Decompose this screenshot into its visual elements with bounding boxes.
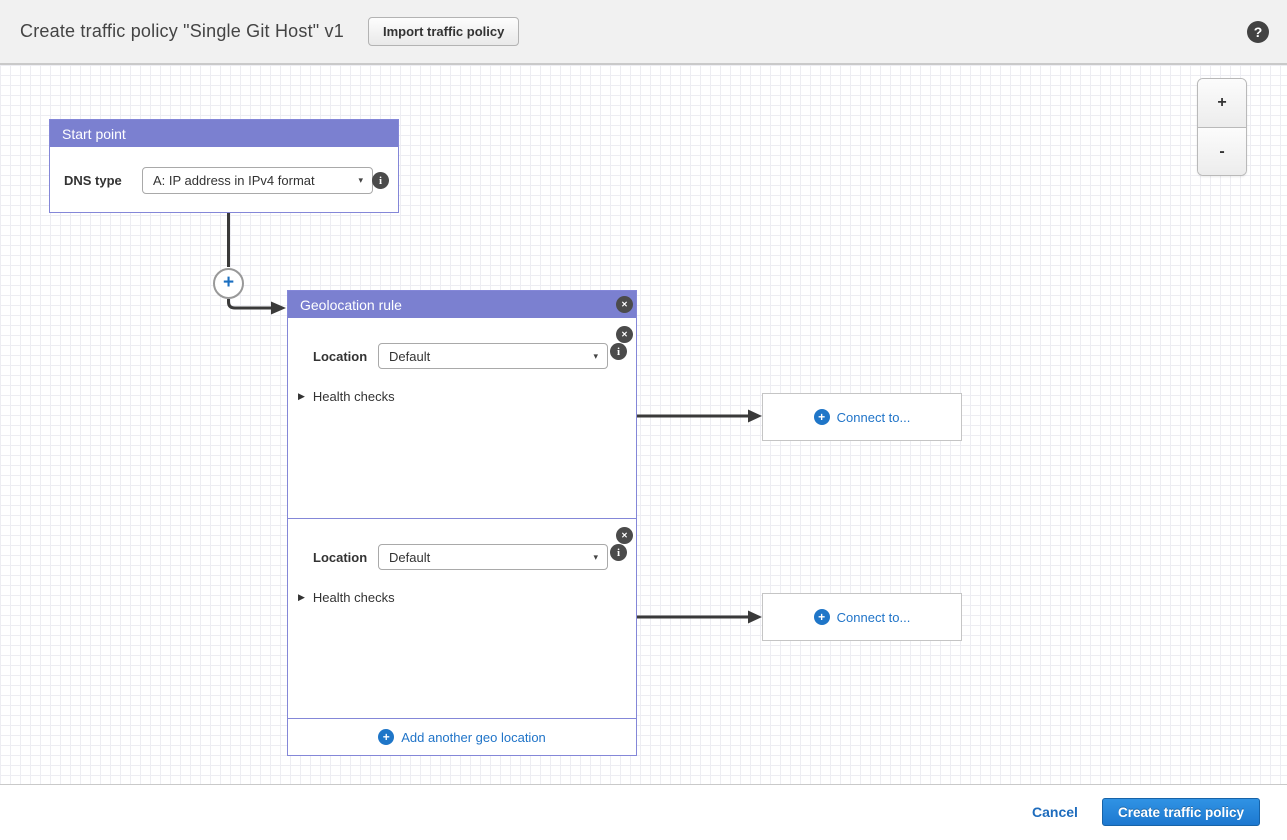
plus-circle-icon: + — [814, 409, 830, 425]
geo-location-section-2: ✕ Location Default ▾ i ▶ Health checks — [288, 518, 636, 718]
location-select[interactable]: Default ▾ — [378, 343, 608, 369]
geo-location-section-1: ✕ Location Default ▾ i ▶ Health checks — [288, 318, 636, 518]
cancel-button[interactable]: Cancel — [1032, 804, 1078, 820]
connect-to-label: Connect to... — [837, 410, 911, 425]
disclosure-triangle-icon: ▶ — [298, 592, 305, 603]
start-point-body: DNS type A: IP address in IPv4 format ▾ … — [50, 147, 398, 214]
connect-to-button-1[interactable]: + Connect to... — [762, 393, 962, 441]
location-label: Location — [313, 550, 367, 565]
location-label: Location — [313, 349, 367, 364]
health-checks-toggle[interactable]: ▶ Health checks — [298, 590, 395, 605]
start-point-header: Start point — [50, 120, 398, 147]
location-value: Default — [389, 550, 430, 565]
close-rule-icon[interactable]: ✕ — [616, 296, 633, 313]
add-rule-connector-button[interactable]: + — [213, 268, 244, 299]
health-checks-label: Health checks — [313, 389, 395, 404]
help-icon[interactable]: ? — [1247, 21, 1269, 43]
connect-to-button-2[interactable]: + Connect to... — [762, 593, 962, 641]
location-info-icon[interactable]: i — [610, 343, 627, 360]
plus-circle-icon: + — [814, 609, 830, 625]
connect-to-link: + Connect to... — [814, 609, 911, 625]
add-geo-location-link[interactable]: + Add another geo location — [378, 729, 546, 745]
chevron-down-icon: ▾ — [593, 552, 598, 563]
header-bar: Create traffic policy "Single Git Host" … — [0, 0, 1287, 65]
add-geo-location-label: Add another geo location — [401, 730, 546, 745]
dns-type-select[interactable]: A: IP address in IPv4 format ▾ — [142, 167, 373, 194]
footer-bar: Cancel Create traffic policy — [0, 785, 1287, 839]
connect-to-link: + Connect to... — [814, 409, 911, 425]
plus-circle-icon: + — [378, 729, 394, 745]
location-select[interactable]: Default ▾ — [378, 544, 608, 570]
dns-type-info-icon[interactable]: i — [372, 172, 389, 189]
zoom-out-button[interactable]: - — [1198, 127, 1246, 175]
start-point-card: Start point DNS type A: IP address in IP… — [49, 119, 399, 213]
start-point-title: Start point — [62, 126, 126, 142]
page-title: Create traffic policy "Single Git Host" … — [20, 21, 344, 42]
zoom-controls: + - — [1197, 78, 1247, 176]
chevron-down-icon: ▾ — [358, 175, 363, 186]
location-info-icon[interactable]: i — [610, 544, 627, 561]
policy-editor-canvas: + - Start point DNS type A: IP address i… — [0, 65, 1287, 785]
remove-location-icon[interactable]: ✕ — [616, 326, 633, 343]
create-traffic-policy-button[interactable]: Create traffic policy — [1102, 798, 1260, 826]
chevron-down-icon: ▾ — [593, 351, 598, 362]
zoom-in-button[interactable]: + — [1198, 79, 1246, 127]
plus-icon: + — [223, 272, 234, 294]
geolocation-rule-title: Geolocation rule — [300, 297, 402, 313]
geolocation-rule-header: Geolocation rule ✕ — [288, 291, 636, 318]
health-checks-label: Health checks — [313, 590, 395, 605]
remove-location-icon[interactable]: ✕ — [616, 527, 633, 544]
import-traffic-policy-button[interactable]: Import traffic policy — [368, 17, 519, 46]
disclosure-triangle-icon: ▶ — [298, 391, 305, 402]
health-checks-toggle[interactable]: ▶ Health checks — [298, 389, 395, 404]
connect-to-label: Connect to... — [837, 610, 911, 625]
geolocation-rule-card: Geolocation rule ✕ ✕ Location Default ▾ … — [287, 290, 637, 756]
location-value: Default — [389, 349, 430, 364]
geo-rule-footer: + Add another geo location — [288, 718, 636, 755]
dns-type-label: DNS type — [64, 173, 122, 188]
dns-type-value: A: IP address in IPv4 format — [153, 173, 315, 188]
